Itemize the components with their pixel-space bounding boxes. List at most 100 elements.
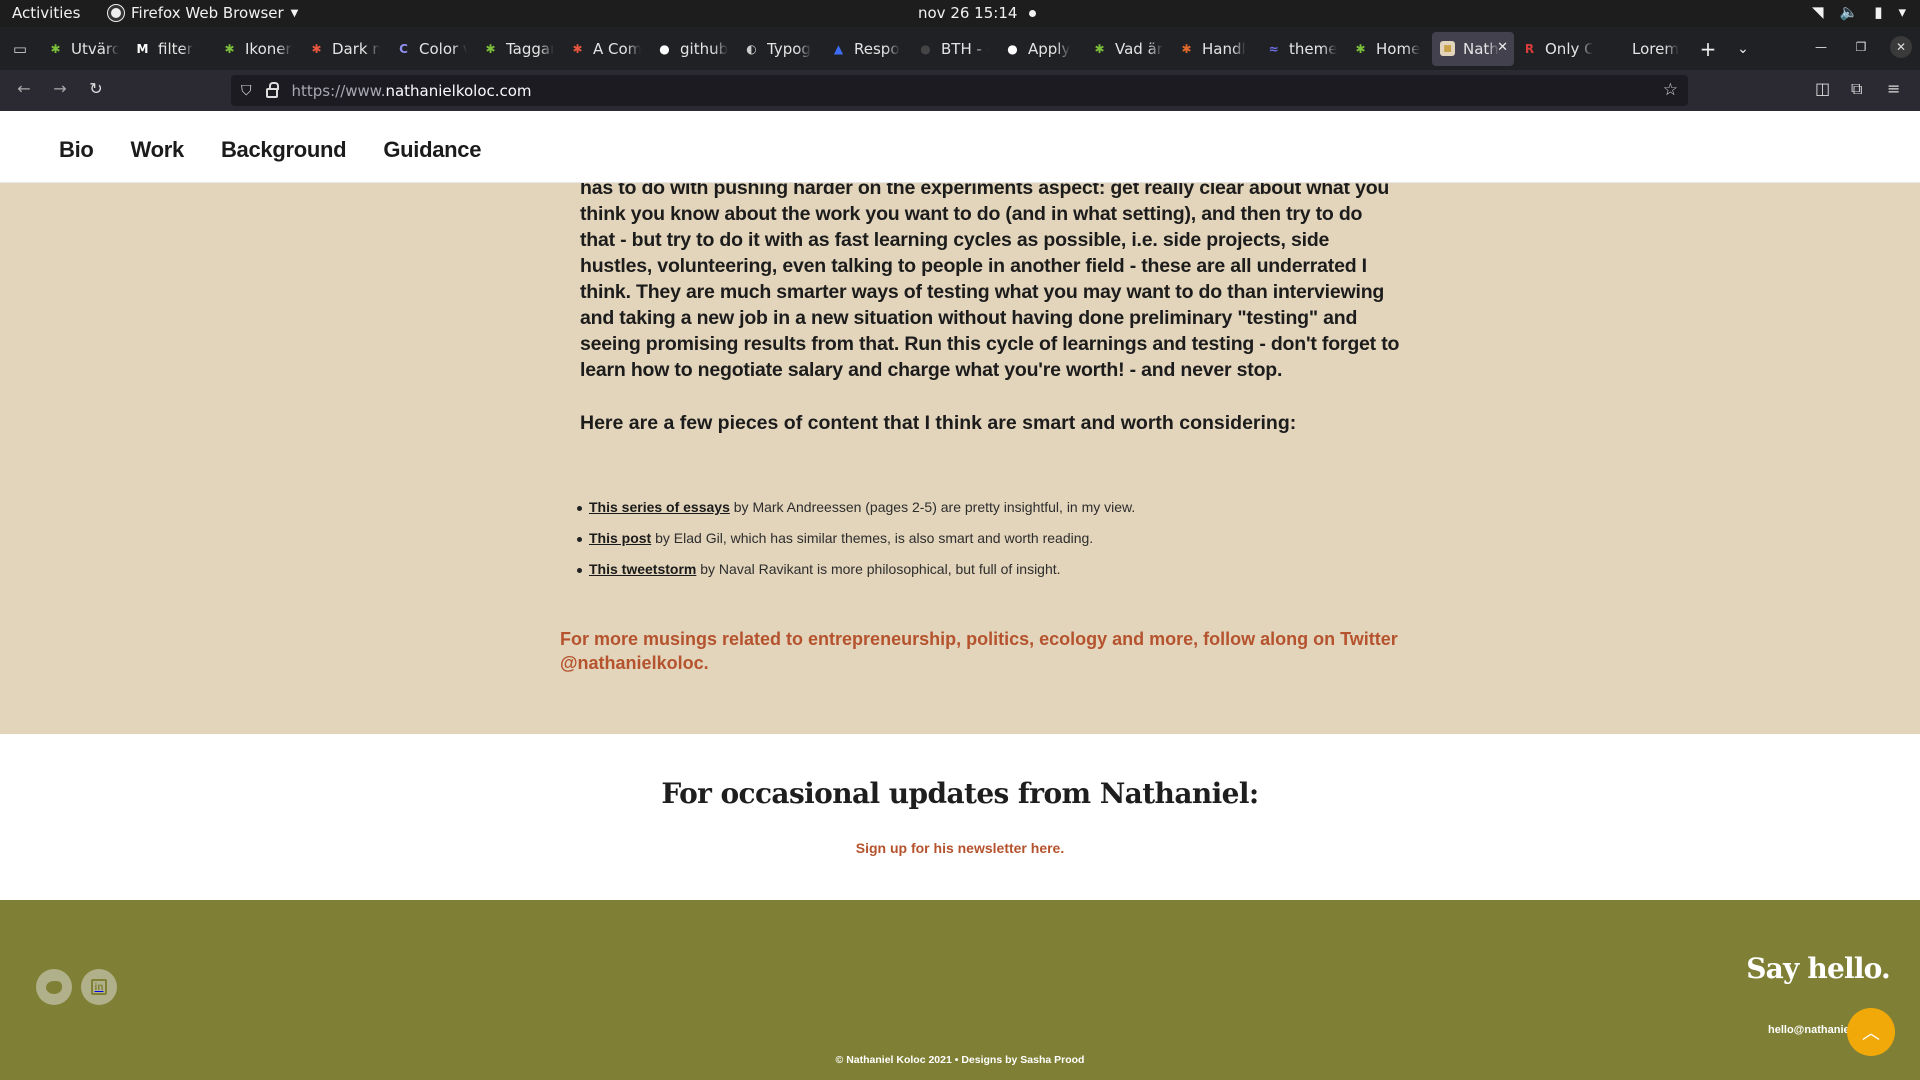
browser-tab[interactable]: ≈ theme	[1258, 32, 1345, 66]
bookmark-star-icon[interactable]: ☆	[1663, 80, 1678, 100]
pocket-icon[interactable]: ◫	[1815, 79, 1830, 98]
recommended-content-list: This series of essays by Mark Andreessen…	[576, 499, 1136, 592]
browser-tab[interactable]: R Only C	[1514, 32, 1601, 66]
battery-icon[interactable]: ▮	[1874, 3, 1882, 21]
browser-tab[interactable]: ✱ Taggar	[475, 32, 562, 66]
navigation-toolbar: ← → ↻ ⛉ https://www.nathanielkoloc.com ☆…	[0, 70, 1920, 111]
tab-title: Apply	[1028, 39, 1071, 58]
browser-tab[interactable]: ✱ Utvärd	[40, 32, 127, 66]
email-link[interactable]: hello@nathanielkoloc.com	[1768, 1024, 1853, 1036]
notification-dot-icon	[1029, 10, 1037, 17]
browser-tab[interactable]: ✱ Handl	[1171, 32, 1258, 66]
hamburger-menu-icon[interactable]: ≡	[1887, 79, 1900, 98]
url-host: nathanielkoloc.com	[385, 81, 532, 100]
browser-tab[interactable]: ● BTH - (	[910, 32, 997, 66]
browser-tab[interactable]: ● github	[649, 32, 736, 66]
site-footer: in Say hello. hello@nathanielkoloc.com ︿…	[0, 900, 1920, 1080]
say-hello-heading: Say hello.	[1746, 952, 1891, 985]
url-bar[interactable]: ⛉ https://www.nathanielkoloc.com ☆	[231, 75, 1688, 106]
chevron-down-icon: ▼	[290, 7, 299, 19]
browser-tab[interactable]: ✱ Ikoner	[214, 32, 301, 66]
nav-guidance[interactable]: Guidance	[383, 137, 481, 163]
tab-favicon-icon: C	[399, 41, 408, 56]
new-tab-button[interactable]: +	[1688, 37, 1728, 61]
tab-title: Home	[1376, 39, 1421, 58]
url-text[interactable]: https://www.nathanielkoloc.com	[292, 82, 532, 100]
restore-icon[interactable]: ❐	[1850, 36, 1872, 58]
tab-favicon-icon: ✱	[572, 41, 583, 56]
list-all-tabs-icon[interactable]: ⌄	[1728, 41, 1758, 57]
reload-icon[interactable]: ↻	[84, 79, 108, 98]
post-link[interactable]: This post	[589, 530, 651, 546]
list-item-text: by Mark Andreessen (pages 2-5) are prett…	[729, 499, 1136, 515]
browser-tab[interactable]: ✱ Dark m	[301, 32, 388, 66]
copyright-text: © Nathaniel Koloc 2021 • Designs by Sash…	[835, 1054, 1085, 1066]
firefox-view-icon[interactable]: ▭	[0, 40, 40, 58]
tab-title: theme	[1289, 39, 1337, 58]
tab-title: Only C	[1545, 39, 1593, 58]
guidance-content-section: has to do with pushing harder on the exp…	[0, 183, 1920, 734]
browser-tab[interactable]: ✱ Vad är	[1084, 32, 1171, 66]
tab-title: Color v	[419, 39, 467, 58]
twitter-follow-link[interactable]: For more musings related to entrepreneur…	[560, 627, 1420, 675]
wifi-icon[interactable]: ◥	[1812, 3, 1824, 21]
content-list-intro: Here are a few pieces of content that I …	[580, 412, 1297, 434]
volume-icon[interactable]: 🔈	[1840, 3, 1859, 21]
back-icon[interactable]: ←	[12, 79, 36, 98]
extensions-icon[interactable]: ⧉	[1851, 79, 1862, 99]
tab-favicon-icon: R	[1524, 41, 1535, 56]
browser-tab[interactable]: ◐ Typog	[736, 32, 823, 66]
browser-tab[interactable]: Lorem	[1601, 32, 1688, 66]
tab-title: Respo	[854, 39, 900, 58]
tab-title: filter	[158, 39, 193, 58]
clock[interactable]: nov 26 15:14	[918, 4, 1037, 22]
power-menu-icon[interactable]: ▾	[1898, 3, 1906, 21]
tab-title: Typog	[767, 39, 811, 58]
browser-tab[interactable]: ✱ A Com	[562, 32, 649, 66]
system-tray[interactable]: ◥ 🔈 ▮ ▾	[1812, 3, 1906, 21]
minimize-icon[interactable]: —	[1810, 36, 1832, 58]
tab-favicon-icon: ✱	[1094, 41, 1105, 56]
list-item: This series of essays by Mark Andreessen…	[576, 499, 1136, 530]
clock-text: nov 26 15:14	[918, 4, 1018, 22]
browser-tab[interactable]: ✱ Home	[1345, 32, 1432, 66]
close-window-icon[interactable]: ✕	[1890, 36, 1912, 58]
newsletter-section: For occasional updates from Nathaniel: S…	[0, 734, 1920, 900]
tweetstorm-link[interactable]: This tweetstorm	[589, 561, 696, 577]
nav-background[interactable]: Background	[221, 137, 347, 163]
browser-tab[interactable]: ▲ Respo	[823, 32, 910, 66]
window-controls: — ❐ ✕	[1810, 36, 1912, 58]
app-menu[interactable]: Firefox Web Browser ▼	[108, 4, 298, 22]
tab-favicon-icon: ✱	[1355, 41, 1366, 56]
tab-title: Dark m	[332, 39, 380, 58]
linkedin-icon[interactable]: in	[81, 969, 117, 1005]
tab-title: Taggar	[506, 39, 554, 58]
tab-title: github	[680, 39, 728, 58]
browser-tab[interactable]: C Color v	[388, 32, 475, 66]
forward-icon[interactable]: →	[48, 79, 72, 98]
browser-tab[interactable]: Mfilter	[127, 32, 214, 66]
tab-strip: ▭ ✱ Utvärd Mfilter ✱ Ikoner ✱ Dark m C Color v ✱ T…	[0, 27, 1920, 70]
browser-tab[interactable]: ● Apply	[997, 32, 1084, 66]
tab-favicon-icon: ✱	[50, 41, 61, 56]
twitter-icon[interactable]	[36, 969, 72, 1005]
lock-icon[interactable]	[265, 81, 279, 98]
tab-favicon-icon: ●	[920, 41, 931, 56]
tab-favicon-icon: ✱	[224, 41, 235, 56]
tab-title: Vad är	[1115, 39, 1163, 58]
nav-work[interactable]: Work	[131, 137, 185, 163]
nav-bio[interactable]: Bio	[59, 137, 94, 163]
tab-title: Ikoner	[245, 39, 292, 58]
newsletter-signup-link[interactable]: Sign up for his newsletter here.	[0, 840, 1920, 856]
tab-favicon-icon	[1609, 41, 1624, 56]
site-navigation: Bio Work Background Guidance	[59, 137, 481, 163]
browser-tab-active[interactable]: ■ Nath ✕	[1432, 31, 1514, 66]
scroll-to-top-button[interactable]: ︿	[1847, 1008, 1895, 1056]
list-item-text: by Elad Gil, which has similar themes, i…	[651, 530, 1094, 546]
tab-title: Utvärd	[71, 39, 119, 58]
close-tab-icon[interactable]: ✕	[1497, 40, 1508, 55]
tracking-protection-shield-icon[interactable]: ⛉	[241, 83, 252, 99]
tab-favicon-icon: ◐	[746, 41, 757, 56]
essays-link[interactable]: This series of essays	[589, 499, 730, 515]
activities-button[interactable]: Activities	[12, 4, 80, 22]
